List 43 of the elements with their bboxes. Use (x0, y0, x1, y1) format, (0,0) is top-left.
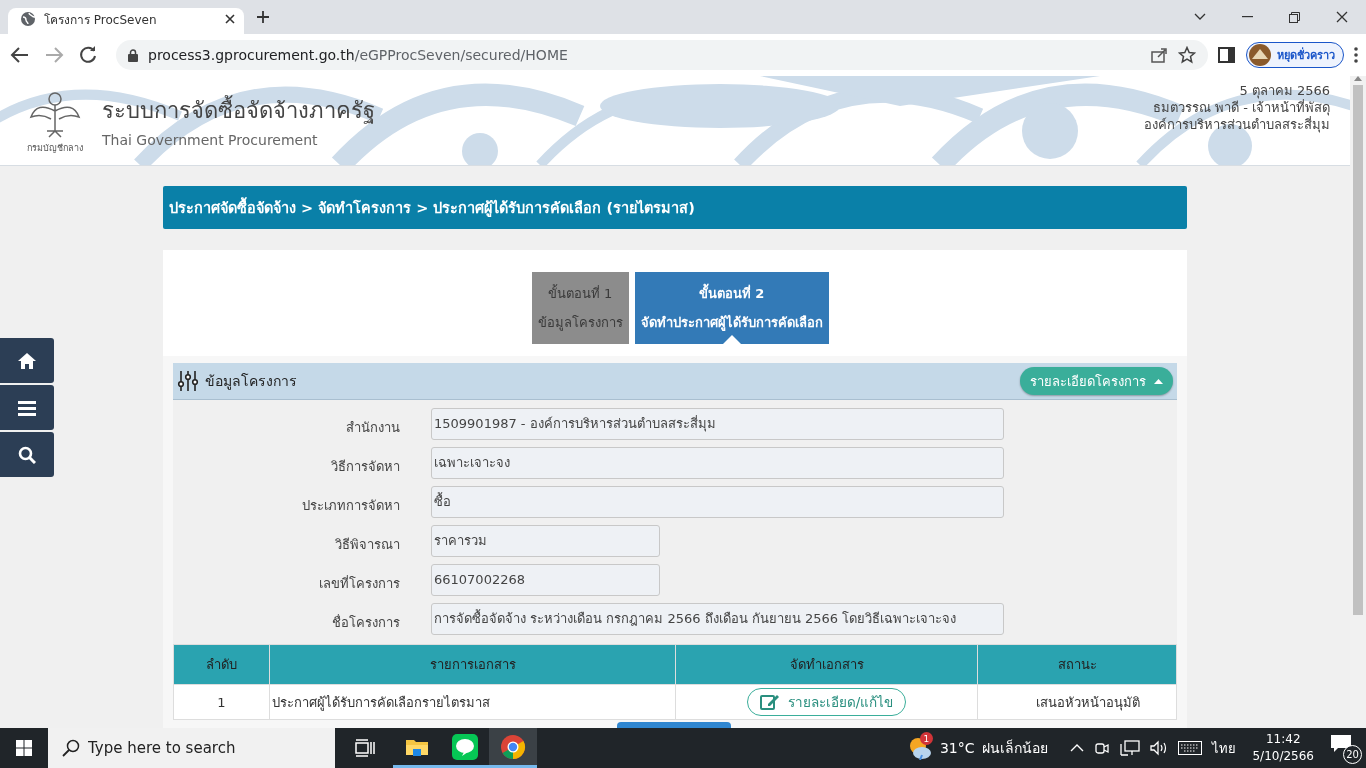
user-name: ธมตวรรณ พาดี - เจ้าหน้าที่พัสดุ (1152, 99, 1330, 116)
taskbar-search-field[interactable]: Type here to search (48, 728, 335, 768)
url-text: process3.gprocurement.go.th/eGPProcSeven/secured/HOME (148, 47, 569, 63)
column-header: จัดทำเอกสาร (675, 644, 978, 685)
input-field[interactable]: 66107002268 (431, 563, 660, 596)
field-label: สำนักงาน (345, 419, 400, 437)
column-header: รายการเอกสาร (269, 644, 676, 685)
input-field[interactable]: ซื้อ (431, 485, 1004, 518)
site-subtitle: Thai Government Procurement (102, 132, 319, 148)
field-label: ประเภทการจัดหา (301, 497, 400, 515)
section-title: ข้อมูลโครงการ (205, 372, 297, 392)
input-field[interactable]: การจัดซื้อจัดจ้าง ระหว่างเดือน กรกฎาคม 2566 ถึงเดือน กันยายน 2566 โดยวิธีเฉพาะเจาะจง (431, 602, 1004, 635)
profile-button[interactable]: หยุดชั่วคราว (1246, 42, 1344, 68)
field-label: เลขที่โครงการ (318, 574, 400, 593)
input-field[interactable]: ราคารวม (431, 524, 660, 557)
column-header: ลำดับ (173, 644, 270, 685)
weather-text: ฝนเล็กน้อย (982, 738, 1049, 758)
notification-count: 20 (1343, 745, 1362, 764)
address-bar[interactable]: process3.gprocurement.go.th/eGPProcSeven/secured/HOME (116, 40, 1208, 70)
browser-tab[interactable]: โครงการ ProcSeven (8, 8, 244, 34)
temperature-text: 31°C (939, 740, 975, 756)
field-label: ชื่อโครงการ (331, 613, 400, 632)
clock-date: 5/10/2566 (1252, 748, 1314, 765)
clock-time: 11:42 (1265, 731, 1301, 748)
language-indicator[interactable]: ไทย (1212, 737, 1237, 759)
step-tab[interactable]: ขั้นตอนที่ 2 จัดทำประกาศผู้ได้รับการคัดเลือก (634, 272, 829, 344)
input-field[interactable]: เฉพาะเจาะจง (431, 446, 1004, 479)
table-cell: 1 (173, 684, 270, 720)
taskbar-clock[interactable]: 11:42 5/10/2566 (1252, 731, 1314, 765)
table-cell: เสนอหัวหน้าอนุมัติ (977, 684, 1177, 720)
logo-caption: กรมบัญชีกลาง (27, 141, 83, 155)
current-date: 5 ตุลาคม 2566 (1239, 82, 1330, 99)
breadcrumb-bar: ประกาศจัดซื้อจัดจ้าง > จัดทำโครงการ > ประกาศผู้ได้รับการคัดเลือก (รายไตรมาส) (163, 186, 1187, 229)
site-title: ระบบการจัดซื้อจัดจ้างภาครัฐ (102, 93, 375, 128)
organization-name: องค์การบริหารส่วนตำบลสระสี่มุม (1144, 116, 1330, 133)
edit-details-button[interactable]: รายละเอียด/แก้ไข (746, 688, 907, 716)
input-field[interactable]: 1509901987 - องค์การบริหารส่วนตำบลสระสี่มุม (431, 407, 1004, 440)
step-tab[interactable]: ขั้นตอนที่ 1 ข้อมูลโครงการ (531, 272, 629, 344)
tab-title: โครงการ ProcSeven (44, 11, 158, 29)
table-cell: ประกาศผู้ได้รับการคัดเลือกรายไตรมาส (269, 684, 676, 720)
field-label: วิธีพิจารณา (334, 536, 400, 554)
column-header: สถานะ (977, 644, 1177, 685)
field-label: วิธีการจัดหา (330, 458, 400, 476)
